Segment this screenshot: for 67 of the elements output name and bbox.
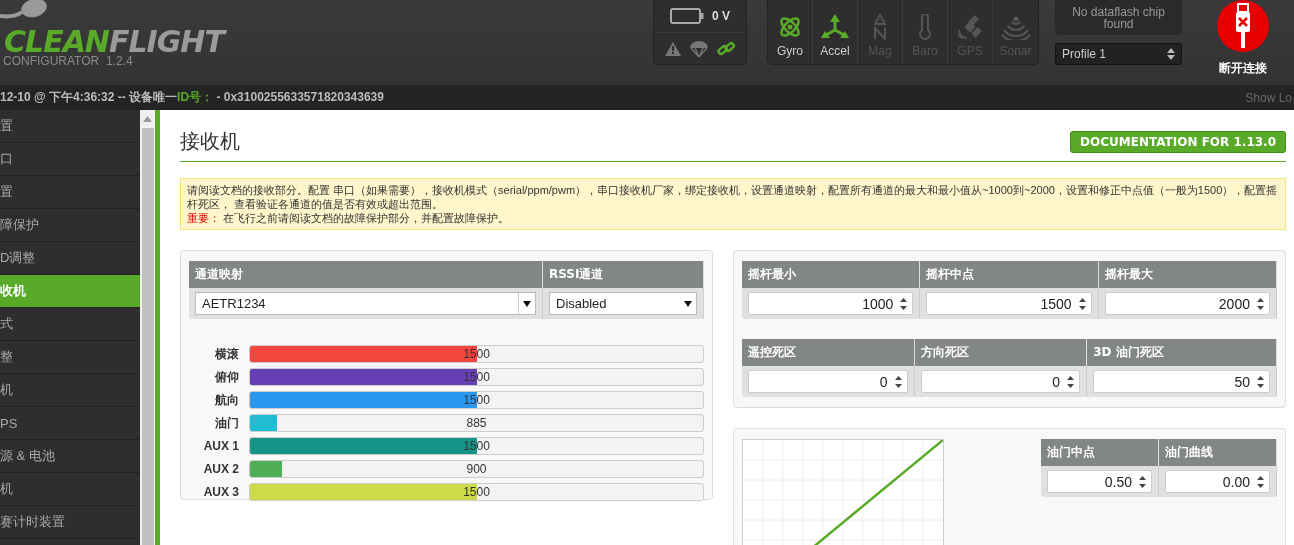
number-field[interactable]: 1000 [748, 292, 914, 315]
channel-map-dropdown[interactable]: AETR1234 [195, 292, 536, 315]
voltage-text: 0 V [712, 9, 730, 23]
dataflash-status: No dataflash chip found [1055, 0, 1182, 35]
atom-icon [777, 14, 803, 40]
channel-value: 1500 [462, 347, 491, 361]
channel-value: 900 [465, 462, 488, 476]
number-field[interactable]: 1500 [926, 292, 1092, 315]
column-header: 方向死区 [914, 339, 1088, 366]
spinner-icon[interactable] [1256, 474, 1265, 489]
column-header: 通道映射 [189, 261, 543, 288]
satellite-icon [957, 14, 983, 40]
spinner-icon[interactable] [1066, 374, 1076, 389]
important-text: 在飞行之前请阅读文档的故障保护部分，并配置故障保护。 [223, 212, 510, 224]
id-label: ID号： [177, 90, 214, 104]
caret-icon [684, 300, 692, 307]
column-header: 遥控死区 [742, 339, 915, 366]
column-header: 摇杆最大 [1098, 261, 1277, 288]
note-text: 请阅读文档的接收部分。配置 串口（如果需要），接收机模式（serial/ppm/pwm），串口接收机厂家，绑定接收机，设置通道映射，配置所有通道的最大和最小值从~1000到~2000，设置和修正中点值（一般为1500），配置摇杆死区， 查看验证各通道的值是否有效或超出范围。 [187, 183, 1279, 211]
spinner-icon[interactable] [1256, 296, 1265, 311]
thermometer-icon [918, 14, 932, 40]
battery-icon [670, 8, 704, 24]
device-id: - 0x3100255633571820343639 [216, 90, 384, 104]
channel-name: AUX 3 [202, 485, 239, 499]
channel-value: 1500 [462, 439, 491, 453]
sensor-label: Gyro [777, 44, 803, 58]
spinner-icon[interactable] [899, 296, 909, 311]
channel-name: 俯仰 [214, 368, 239, 386]
channel-name: 油门 [214, 414, 239, 432]
channel-name: AUX 2 [202, 462, 239, 476]
number-field[interactable]: 0 [748, 370, 908, 393]
spinner-icon[interactable] [1077, 296, 1087, 311]
disconnect-label[interactable]: 断开连接 [1219, 60, 1267, 77]
spinner-icon[interactable] [1256, 374, 1265, 389]
rssi-dropdown[interactable]: Disabled [549, 292, 697, 315]
sensor-label: Accel [820, 44, 850, 58]
important-label: 重要： [187, 212, 220, 224]
axes-icon [821, 14, 849, 40]
column-header: 3D 油门死区 [1087, 339, 1277, 366]
channel-name: AUX 1 [202, 439, 239, 453]
number-field[interactable]: 2000 [1104, 292, 1270, 315]
channel-value: 885 [465, 416, 488, 430]
number-field[interactable]: 0 [920, 370, 1081, 393]
caret-icon [523, 300, 531, 307]
sonar-icon [1000, 16, 1031, 40]
channel-name: 横滚 [214, 345, 239, 363]
channel-value: 1500 [462, 485, 491, 499]
page-title: 接收机 [180, 129, 240, 154]
column-header: 摇杆最小 [742, 261, 921, 288]
channel-name: 航向 [214, 391, 239, 409]
column-header: 摇杆中点 [920, 261, 1099, 288]
usb-disconnect-icon[interactable] [1217, 0, 1269, 52]
channel-value: 1500 [462, 393, 491, 407]
scrollbar-thumb[interactable] [141, 128, 154, 545]
spinner-icon[interactable] [1138, 474, 1147, 489]
number-field[interactable]: 0.00 [1165, 470, 1270, 493]
column-header: RSSI通道 [543, 261, 704, 288]
status-text: 12-10 @ 下午4:36:32 -- 设备唯一 [0, 90, 178, 104]
channel-value: 1500 [462, 370, 491, 384]
compass-icon [873, 14, 887, 40]
updown-icon [1167, 48, 1175, 60]
number-field[interactable]: 0.50 [1047, 470, 1152, 493]
column-header: 油门曲线 [1159, 439, 1277, 466]
number-field[interactable]: 50 [1093, 370, 1270, 393]
profile-dropdown[interactable]: Profile 1 [1055, 43, 1182, 65]
column-header: 油门中点 [1041, 439, 1159, 466]
spinner-icon[interactable] [893, 374, 903, 389]
